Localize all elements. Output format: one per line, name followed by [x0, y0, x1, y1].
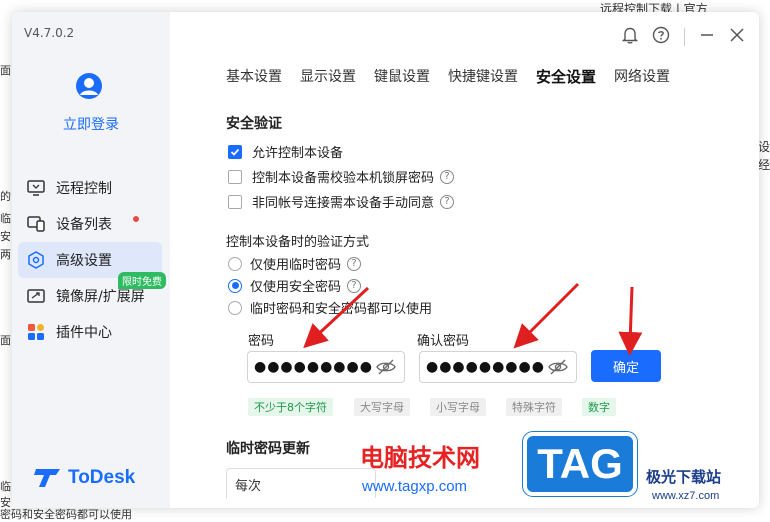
radio[interactable] — [228, 256, 242, 271]
option-label: 非同帐号连接需本设备手动同意 — [252, 196, 435, 211]
verify-lock-password-option[interactable]: 控制本设备需校验本机锁屏密码 ? — [228, 167, 455, 186]
free-badge: 限时免费 — [118, 272, 166, 289]
help-icon[interactable]: ? — [440, 169, 455, 184]
password-value: ●●●●●●●●● — [254, 359, 373, 375]
temp-password-only-option[interactable]: 仅使用临时密码 ? — [228, 254, 362, 273]
help-icon[interactable]: ? — [347, 278, 362, 293]
divider — [684, 28, 685, 46]
rule-number: 数字 — [582, 398, 616, 416]
allow-control-option[interactable]: 允许控制本设备 — [228, 142, 343, 161]
sidebar-item-remote-control[interactable]: 远程控制 — [18, 170, 162, 206]
settings-hex-icon — [26, 250, 46, 270]
background-fragment: 经 — [757, 158, 770, 172]
password-label: 密码 — [248, 334, 275, 349]
todesk-logo: ToDesk — [34, 467, 135, 489]
confirm-button[interactable]: 确定 — [591, 350, 661, 382]
background-left-strip: 面 的 临 安 两 面 临 安 — [0, 0, 12, 520]
confirm-password-value: ●●●●●●●●● — [426, 359, 545, 375]
password-field[interactable]: ●●●●●●●●● — [247, 351, 405, 383]
background-fragment: 临 — [0, 480, 11, 493]
tab-shortcuts[interactable]: 快捷键设置 — [448, 66, 518, 87]
background-fragment: 面 — [0, 64, 11, 77]
tab-network[interactable]: 网络设置 — [614, 66, 670, 87]
watermark-site-name: 电脑技术网 — [360, 444, 480, 472]
temp-password-title: 临时密码更新 — [226, 441, 310, 457]
option-label: 仅使用临时密码 — [250, 258, 342, 273]
sidebar-item-plugin-center[interactable]: 插件中心 — [18, 314, 162, 350]
temp-password-select[interactable]: 每次 — [226, 468, 376, 498]
background-fragment: 安 — [0, 230, 11, 243]
checkbox[interactable] — [228, 169, 242, 184]
option-label: 控制本设备需校验本机锁屏密码 — [252, 171, 435, 186]
manual-approval-option[interactable]: 非同帐号连接需本设备手动同意 ? — [228, 192, 455, 211]
watermark-site2-name: 极光下载站 — [646, 468, 722, 486]
sidebar-item-label: 插件中心 — [56, 325, 112, 341]
rule-lowercase: 小写字母 — [430, 398, 486, 416]
tab-basic[interactable]: 基本设置 — [226, 66, 282, 87]
todesk-logo-icon — [34, 469, 60, 487]
tab-security[interactable]: 安全设置 — [536, 66, 596, 87]
checkbox-checked[interactable] — [228, 144, 242, 159]
sidebar-item-mirror-screen[interactable]: 镜像屏/扩展屏 限时免费 — [18, 272, 166, 314]
hide-password-icon[interactable] — [376, 359, 396, 379]
notification-dot — [133, 216, 139, 222]
security-section-title: 安全验证 — [226, 116, 282, 132]
version-label: V4.7.0.2 — [24, 26, 75, 40]
sidebar-item-label: 高级设置 — [56, 253, 112, 269]
todesk-window: V4.7.0.2 立即登录 远程控制 设备列表 高级设置 镜像屏/扩展屏 限时免… — [12, 12, 759, 508]
sidebar-item-label: 远程控制 — [56, 181, 112, 197]
watermark-site-url: www.tagxp.com — [362, 478, 468, 495]
verify-method-title: 控制本设备时的验证方式 — [226, 231, 369, 250]
rule-min-length: 不少于8个字符 — [248, 398, 333, 416]
tab-display[interactable]: 显示设置 — [300, 66, 356, 87]
radio-selected[interactable] — [228, 278, 242, 293]
option-label: 仅使用安全密码 — [250, 280, 342, 295]
background-fragment: 面 — [0, 334, 11, 347]
window-controls — [621, 26, 745, 48]
login-link[interactable]: 立即登录 — [12, 114, 170, 134]
close-icon[interactable] — [729, 27, 745, 47]
watermark-site2-url: www.xz7.com — [652, 490, 720, 502]
sidebar: V4.7.0.2 立即登录 远程控制 设备列表 高级设置 镜像屏/扩展屏 限时免… — [12, 12, 170, 508]
background-fragment: 设 — [757, 140, 770, 154]
monitor-icon — [26, 178, 46, 198]
verify-method-label: 控制本设备时的验证方式 — [226, 235, 370, 250]
rule-special-char: 特殊字符 — [506, 398, 562, 416]
option-label: 临时密码和安全密码都可以使用 — [250, 302, 433, 317]
help-icon[interactable]: ? — [440, 194, 455, 209]
help-icon[interactable] — [652, 26, 670, 48]
minimize-icon[interactable] — [699, 27, 715, 47]
avatar-icon[interactable] — [75, 72, 103, 100]
sidebar-item-label: 设备列表 — [56, 217, 112, 233]
mirror-screen-icon — [26, 286, 46, 306]
secure-password-only-option[interactable]: 仅使用安全密码 ? — [228, 276, 362, 295]
plugins-icon — [26, 322, 46, 342]
option-label: 允许控制本设备 — [252, 146, 344, 161]
confirm-password-field[interactable]: ●●●●●●●●● — [419, 351, 577, 383]
help-icon[interactable]: ? — [347, 256, 362, 271]
brand-name: ToDesk — [68, 467, 136, 488]
checkbox[interactable] — [228, 194, 242, 209]
both-passwords-option[interactable]: 临时密码和安全密码都可以使用 — [228, 298, 432, 317]
background-fragment: 临 — [0, 212, 11, 225]
devices-icon — [26, 214, 46, 234]
sidebar-item-device-list[interactable]: 设备列表 — [18, 206, 162, 242]
confirm-password-label: 确认密码 — [417, 334, 470, 349]
settings-tabs: 基本设置 显示设置 键鼠设置 快捷键设置 安全设置 网络设置 — [226, 66, 688, 87]
background-fragment: 两 — [0, 248, 11, 261]
radio[interactable] — [228, 300, 242, 315]
rule-uppercase: 大写字母 — [354, 398, 410, 416]
bell-icon[interactable] — [621, 26, 639, 48]
background-fragment: 的 — [0, 190, 11, 203]
hide-password-icon[interactable] — [548, 359, 568, 379]
watermark-tag-logo: TAG — [523, 432, 637, 496]
tab-keyboard-mouse[interactable]: 键鼠设置 — [374, 66, 430, 87]
sidebar-item-label: 镜像屏/扩展屏 — [56, 289, 145, 305]
